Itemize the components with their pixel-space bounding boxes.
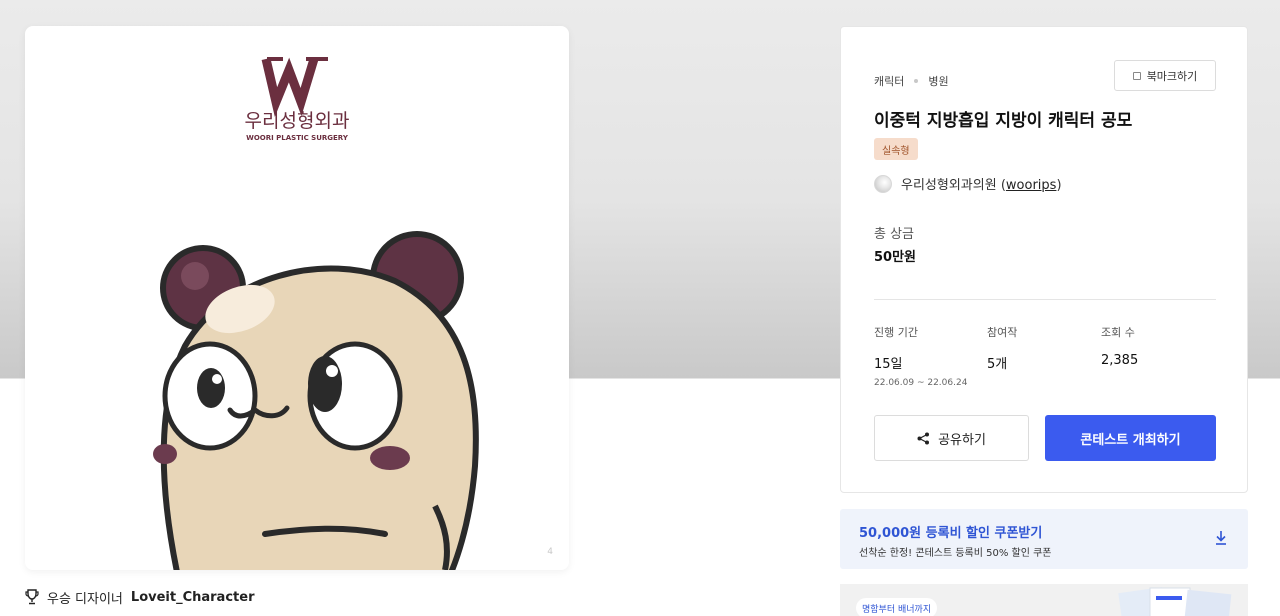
stat-views: 조회 수 2,385 bbox=[1101, 324, 1138, 368]
bookmark-button[interactable]: 북마크하기 bbox=[1114, 60, 1216, 91]
contest-info-panel: 북마크하기 캐릭터 병원 이중턱 지방흡입 지방이 캐릭터 공모 실속형 우리성… bbox=[840, 26, 1248, 493]
contest-title: 이중턱 지방흡입 지방이 캐릭터 공모 bbox=[874, 111, 1133, 131]
promo-illustration bbox=[1118, 587, 1232, 616]
stat-duration-dates: 22.06.09 ~ 22.06.24 bbox=[874, 378, 968, 388]
host-avatar[interactable] bbox=[874, 174, 892, 193]
host-name: 우리성형외과의원 bbox=[901, 178, 997, 193]
winner-prefix: 우승 디자이너 bbox=[47, 591, 123, 607]
stat-entries: 참여작 5개 bbox=[987, 324, 1017, 372]
winner-name[interactable]: Loveit_Character bbox=[131, 590, 255, 605]
stat-duration-label: 진행 기간 bbox=[874, 326, 918, 339]
breadcrumb-subcategory[interactable]: 병원 bbox=[928, 73, 948, 89]
logo-subtext: WOORI PLASTIC SURGERY bbox=[246, 134, 349, 142]
coupon-banner[interactable]: 50,000원 등록비 할인 쿠폰받기 선착순 한정! 콘테스트 등록비 50%… bbox=[840, 509, 1248, 569]
stat-entries-value: 5개 bbox=[987, 357, 1008, 372]
breadcrumb: 캐릭터 병원 bbox=[874, 73, 949, 89]
divider bbox=[874, 299, 1216, 300]
promo-tag: 명함부터 배너까지 bbox=[856, 598, 938, 616]
logo-mark bbox=[261, 57, 328, 117]
host-contest-button[interactable]: 콘테스트 개최하기 bbox=[1045, 415, 1216, 461]
svg-text:4: 4 bbox=[547, 547, 553, 557]
trophy-icon bbox=[25, 589, 39, 605]
host-info: 우리성형외과의원 (woorips) bbox=[874, 174, 1062, 193]
stat-views-label: 조회 수 bbox=[1101, 326, 1135, 339]
prize-label: 총 상금 bbox=[874, 227, 915, 242]
stat-views-value: 2,385 bbox=[1101, 353, 1139, 368]
character-illustration: 우리성형외과 WOORI PLASTIC SURGERY 4 bbox=[153, 57, 553, 570]
winner-line: 우승 디자이너 Loveit_Character bbox=[25, 587, 254, 607]
breadcrumb-separator bbox=[914, 79, 919, 83]
plan-badge: 실속형 bbox=[874, 138, 918, 160]
coupon-title: 50,000원 등록비 할인 쿠폰받기 bbox=[859, 526, 1043, 541]
promo-banner[interactable]: 명함부터 배너까지 bbox=[840, 584, 1248, 616]
share-button[interactable]: 공유하기 bbox=[874, 415, 1029, 461]
stat-duration-value: 15일 bbox=[874, 357, 903, 372]
stat-duration: 진행 기간 15일 22.06.09 ~ 22.06.24 bbox=[874, 324, 967, 388]
logo-text: 우리성형외과 bbox=[245, 110, 350, 132]
share-icon bbox=[917, 432, 930, 444]
host-handle-link[interactable]: woorips bbox=[1006, 178, 1057, 193]
bookmark-checkbox-icon bbox=[1132, 71, 1141, 80]
prize-value: 50만원 bbox=[874, 250, 917, 265]
coupon-description: 선착순 한정! 콘테스트 등록비 50% 할인 쿠폰 bbox=[859, 548, 1052, 559]
breadcrumb-category[interactable]: 캐릭터 bbox=[874, 73, 904, 89]
contest-artwork[interactable]: 우리성형외과 WOORI PLASTIC SURGERY 4 bbox=[25, 26, 569, 570]
stat-entries-label: 참여작 bbox=[987, 326, 1018, 339]
download-icon[interactable] bbox=[1214, 530, 1228, 546]
bookmark-label: 북마크하기 bbox=[1146, 69, 1198, 83]
share-label: 공유하기 bbox=[938, 432, 986, 448]
